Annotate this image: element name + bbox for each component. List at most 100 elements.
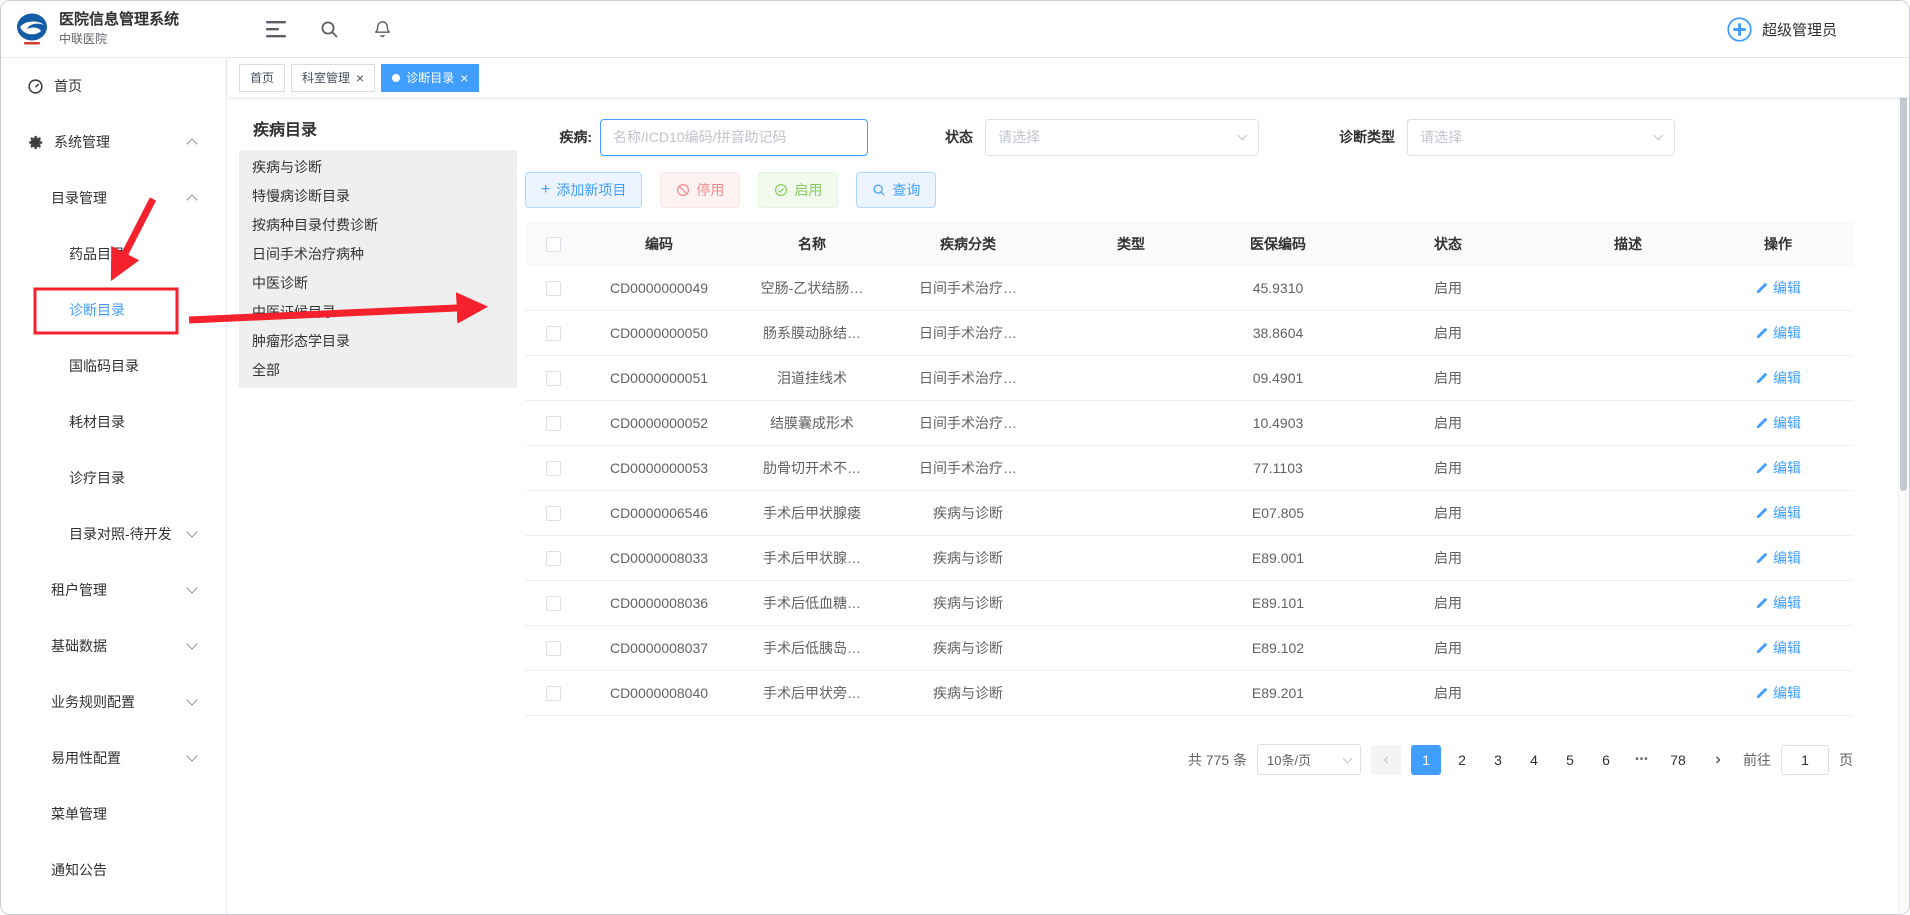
tab-department-management[interactable]: 科室管理× — [291, 64, 375, 92]
disease-search-input[interactable] — [600, 119, 868, 156]
cell-name: 手术后低血糖… — [737, 593, 887, 613]
hamburger-icon — [266, 21, 286, 38]
cell-actions: 编辑 — [1703, 593, 1853, 613]
prev-page-button[interactable]: ‹ — [1371, 745, 1401, 775]
page-button-6[interactable]: 6 — [1591, 745, 1621, 775]
page-button-78[interactable]: 78 — [1663, 745, 1693, 775]
close-icon[interactable]: × — [356, 71, 364, 85]
catalog-item-day-surgery-disease[interactable]: 日间手术治疗病种 — [239, 240, 517, 269]
row-checkbox[interactable] — [546, 461, 561, 476]
sidebar-item-catalog-mapping-todo[interactable]: 目录对照-待开发 — [1, 506, 226, 562]
select-all-checkbox[interactable] — [546, 237, 561, 252]
catalog-item-payment-by-disease-diagnosis[interactable]: 按病种目录付费诊断 — [239, 211, 517, 240]
edit-button[interactable]: 编辑 — [1755, 323, 1801, 343]
sidebar-item-notice[interactable]: 通知公告 — [1, 842, 226, 898]
close-icon[interactable]: × — [460, 71, 468, 85]
sidebar-item-base-data[interactable]: 基础数据 — [1, 618, 226, 674]
edit-button[interactable]: 编辑 — [1755, 368, 1801, 388]
catalog-item-disease-and-diagnosis[interactable]: 疾病与诊断 — [239, 153, 517, 182]
diagnosis-type-select[interactable]: 请选择 — [1407, 119, 1675, 156]
scrollbar[interactable] — [1898, 58, 1908, 914]
edit-button[interactable]: 编辑 — [1755, 458, 1801, 478]
sidebar-item-consumable-catalog[interactable]: 耗材目录 — [1, 394, 226, 450]
edit-icon — [1755, 507, 1768, 520]
sidebar-item-drug-catalog[interactable]: 药品目录 — [1, 226, 226, 282]
sidebar-item-tenant-management[interactable]: 租户管理 — [1, 562, 226, 618]
sidebar-item-menu-management[interactable]: 菜单管理 — [1, 786, 226, 842]
sidebar-item-home[interactable]: 首页 — [1, 58, 226, 114]
page-size-select[interactable]: 10条/页 — [1257, 744, 1361, 775]
edit-icon — [1755, 687, 1768, 700]
catalog-item-tumor-morphology-catalog[interactable]: 肿瘤形态学目录 — [239, 327, 517, 356]
sidebar-item-national-code-catalog[interactable]: 国临码目录 — [1, 338, 226, 394]
cell-name: 手术后甲状旁… — [737, 683, 887, 703]
cell-status: 启用 — [1343, 593, 1553, 613]
edit-button[interactable]: 编辑 — [1755, 548, 1801, 568]
edit-button[interactable]: 编辑 — [1755, 278, 1801, 298]
row-checkbox[interactable] — [546, 506, 561, 521]
edit-button[interactable]: 编辑 — [1755, 503, 1801, 523]
cell-code: CD0000008036 — [581, 595, 737, 611]
next-page-button[interactable]: › — [1703, 745, 1733, 775]
pager-more-icon[interactable]: ••• — [1627, 745, 1657, 775]
sidebar-item-diagnosis-catalog[interactable]: 诊断目录 — [1, 282, 226, 338]
sidebar-collapse-button[interactable] — [249, 1, 303, 58]
sidebar-item-system-management[interactable]: 系统管理 — [1, 114, 226, 170]
catalog-item-tcm-diagnosis[interactable]: 中医诊断 — [239, 269, 517, 298]
cell-actions: 编辑 — [1703, 278, 1853, 298]
page-button-5[interactable]: 5 — [1555, 745, 1585, 775]
row-checkbox[interactable] — [546, 641, 561, 656]
cell-code: CD0000008040 — [581, 685, 737, 701]
header-search-button[interactable] — [303, 1, 356, 58]
main-area: 首页科室管理×诊断目录× 疾病目录 疾病与诊断特慢病诊断目录按病种目录付费诊断日… — [227, 58, 1909, 915]
row-checkbox[interactable] — [546, 281, 561, 296]
tab-home[interactable]: 首页 — [239, 64, 285, 92]
edit-label: 编辑 — [1773, 458, 1801, 478]
sidebar-item-business-rules-config[interactable]: 业务规则配置 — [1, 674, 226, 730]
sidebar-item-usability-config[interactable]: 易用性配置 — [1, 730, 226, 786]
plus-icon: + — [541, 182, 550, 198]
row-checkbox[interactable] — [546, 326, 561, 341]
table-header-row: 编码名称疾病分类类型医保编码状态描述操作 — [525, 222, 1853, 266]
cell-name: 肠系膜动脉结… — [737, 323, 887, 343]
goto-label: 前往 — [1743, 750, 1771, 770]
row-checkbox[interactable] — [546, 371, 561, 386]
edit-button[interactable]: 编辑 — [1755, 683, 1801, 703]
disable-button[interactable]: 停用 — [660, 172, 740, 208]
table-row: CD0000006546手术后甲状腺瘘疾病与诊断E07.805启用编辑 — [525, 491, 1853, 536]
edit-button[interactable]: 编辑 — [1755, 413, 1801, 433]
page-button-3[interactable]: 3 — [1483, 745, 1513, 775]
edit-button[interactable]: 编辑 — [1755, 593, 1801, 613]
catalog-item-tcm-syndrome-catalog[interactable]: 中医证候目录 — [239, 298, 517, 327]
enable-button[interactable]: 启用 — [758, 172, 838, 208]
sidebar-item-catalog-management[interactable]: 目录管理 — [1, 170, 226, 226]
page-button-2[interactable]: 2 — [1447, 745, 1477, 775]
app-root: 医院信息管理系统 中联医院 超级管理员 首页系统管理目录管理药品目录诊断目录国临… — [0, 0, 1910, 915]
row-checkbox-cell — [525, 640, 581, 657]
user-avatar-icon — [1726, 16, 1753, 43]
row-checkbox[interactable] — [546, 416, 561, 431]
catalog-item-all[interactable]: 全部 — [239, 356, 517, 385]
content: 疾病目录 疾病与诊断特慢病诊断目录按病种目录付费诊断日间手术治疗病种中医诊断中医… — [227, 98, 1909, 915]
catalog-panel-title: 疾病目录 — [239, 110, 517, 150]
user-menu[interactable]: 超级管理员 — [1726, 16, 1909, 43]
catalog-list: 疾病与诊断特慢病诊断目录按病种目录付费诊断日间手术治疗病种中医诊断中医证候目录肿… — [239, 150, 517, 388]
query-button[interactable]: 查询 — [856, 172, 936, 208]
tab-diagnosis-catalog[interactable]: 诊断目录× — [381, 64, 479, 92]
page-button-4[interactable]: 4 — [1519, 745, 1549, 775]
sidebar-item-treatment-catalog[interactable]: 诊疗目录 — [1, 450, 226, 506]
row-checkbox[interactable] — [546, 686, 561, 701]
row-checkbox[interactable] — [546, 551, 561, 566]
page-button-1[interactable]: 1 — [1411, 745, 1441, 775]
status-select[interactable]: 请选择 — [985, 119, 1259, 156]
edit-icon — [1755, 282, 1768, 295]
catalog-item-special-chronic-diagnosis[interactable]: 特慢病诊断目录 — [239, 182, 517, 211]
workspace: 疾病: 状态 请选择 诊断类型 请选择 — [525, 110, 1853, 915]
scrollbar-thumb[interactable] — [1900, 61, 1907, 491]
cell-category: 日间手术治疗… — [887, 323, 1049, 343]
edit-button[interactable]: 编辑 — [1755, 638, 1801, 658]
goto-page-input[interactable] — [1781, 745, 1829, 775]
add-item-button[interactable]: + 添加新项目 — [525, 172, 642, 208]
notifications-button[interactable] — [356, 1, 409, 58]
row-checkbox[interactable] — [546, 596, 561, 611]
